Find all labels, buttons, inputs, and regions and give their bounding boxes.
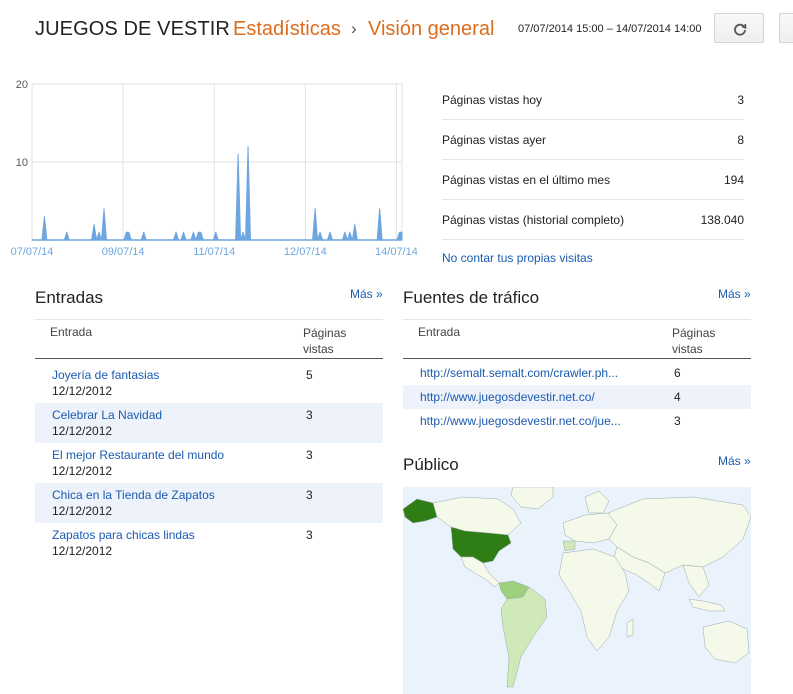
post-link[interactable]: Celebrar La Navidad <box>52 408 162 422</box>
stat-value: 8 <box>737 133 744 147</box>
audience-world-map[interactable] <box>403 487 751 694</box>
stat-label: Páginas vistas ayer <box>442 133 547 147</box>
column-header-views-line1: Páginas <box>672 326 716 340</box>
x-tick-label: 09/07/14 <box>102 246 145 258</box>
stat-label: Páginas vistas hoy <box>442 93 543 107</box>
traffic-more-link[interactable]: Más » <box>718 287 751 301</box>
post-link[interactable]: Joyería de fantasias <box>52 368 159 382</box>
header: JUEGOS DE VESTIR · Estadísticas › Visión… <box>0 0 793 60</box>
referrer-views: 4 <box>674 390 681 404</box>
x-tick-label: 07/07/14 <box>11 246 54 258</box>
referrer-views: 3 <box>674 414 681 428</box>
referrer-link[interactable]: http://www.juegosdevestir.net.co/ <box>420 390 642 404</box>
breadcrumb-chevron: › <box>351 19 357 38</box>
stat-row-all-time: Páginas vistas (historial completo) 138.… <box>442 200 744 240</box>
post-date: 12/12/2012 <box>52 504 113 518</box>
page-title: Visión general <box>368 18 495 40</box>
y-tick-label: 10 <box>16 157 28 169</box>
audience-more-link[interactable]: Más » <box>718 454 751 468</box>
x-tick-label: 14/07/14 <box>375 246 418 258</box>
post-views: 3 <box>306 488 313 502</box>
breadcrumb-blog-name[interactable]: JUEGOS DE VESTIR <box>35 18 230 41</box>
post-views: 3 <box>306 528 313 542</box>
column-header-views-line1: Páginas <box>303 326 347 340</box>
referrer-link[interactable]: http://www.juegosdevestir.net.co/jue... <box>420 414 642 428</box>
breadcrumb-separator: · <box>216 20 222 37</box>
table-row: http://semalt.semalt.com/crawler.ph... 6 <box>403 361 751 385</box>
table-row: Chica en la Tienda de Zapatos 12/12/2012… <box>35 483 383 523</box>
table-row: Celebrar La Navidad 12/12/2012 3 <box>35 403 383 443</box>
dont-track-own-views-link[interactable]: No contar tus propias visitas <box>442 251 593 265</box>
refresh-icon <box>734 23 747 36</box>
date-range: 07/07/2014 15:00 – 14/07/2014 14:00 <box>518 23 702 35</box>
stat-row-today: Páginas vistas hoy 3 <box>442 80 744 120</box>
entries-table: Entrada Páginas vistas Joyería de fantas… <box>35 319 383 563</box>
post-views: 3 <box>306 448 313 462</box>
refresh-button[interactable] <box>714 13 764 43</box>
stat-value: 3 <box>737 93 744 107</box>
stat-label: Páginas vistas (historial completo) <box>442 213 625 227</box>
traffic-sources-table: Entrada Páginas vistas http://semalt.sem… <box>403 319 751 433</box>
stat-value: 194 <box>723 173 744 187</box>
pageviews-chart: 20 10 07/07/14 09/07/14 11/07/14 12/07/14 14/0… <box>0 62 425 267</box>
stat-label: Páginas vistas en el último mes <box>442 173 611 187</box>
referrer-views: 6 <box>674 366 681 380</box>
y-tick-label: 20 <box>16 79 28 91</box>
table-row: http://www.juegosdevestir.net.co/ 4 <box>403 385 751 409</box>
column-header-views-line2: vistas <box>672 342 703 356</box>
post-link[interactable]: Chica en la Tienda de Zapatos <box>52 488 215 502</box>
table-row: Zapatos para chicas lindas 12/12/2012 3 <box>35 523 383 563</box>
stat-row-yesterday: Páginas vistas ayer 8 <box>442 120 744 160</box>
column-header-views: Páginas vistas <box>672 325 732 357</box>
table-row: Joyería de fantasias 12/12/2012 5 <box>35 363 383 403</box>
entries-title: Entradas <box>35 288 104 307</box>
post-link[interactable]: El mejor Restaurante del mundo <box>52 448 224 462</box>
chart-svg: 20 10 07/07/14 09/07/14 11/07/14 12/07/14 14/0… <box>11 79 418 258</box>
post-date: 12/12/2012 <box>52 544 113 558</box>
post-views: 5 <box>306 368 313 382</box>
post-date: 12/12/2012 <box>52 384 113 398</box>
referrer-link[interactable]: http://semalt.semalt.com/crawler.ph... <box>420 366 642 380</box>
post-date: 12/12/2012 <box>52 464 113 478</box>
post-link[interactable]: Zapatos para chicas lindas <box>52 528 195 542</box>
breadcrumb-stats[interactable]: Estadísticas <box>233 18 341 41</box>
table-header: Entrada Páginas vistas <box>403 319 751 359</box>
table-row: El mejor Restaurante del mundo 12/12/201… <box>35 443 383 483</box>
table-header: Entrada Páginas vistas <box>35 319 383 359</box>
entries-more-link[interactable]: Más » <box>350 287 383 301</box>
audience-title: Público <box>403 455 459 474</box>
world-map-svg <box>403 487 751 688</box>
column-header-entry: Entrada <box>50 325 93 339</box>
stat-value: 138.040 <box>700 213 744 227</box>
traffic-sources-title: Fuentes de tráfico <box>403 288 540 307</box>
summary-stats: Páginas vistas hoy 3 Páginas vistas ayer… <box>442 80 744 240</box>
post-views: 3 <box>306 408 313 422</box>
stat-row-last-month: Páginas vistas en el último mes 194 <box>442 160 744 200</box>
column-header-views: Páginas vistas <box>303 325 363 357</box>
column-header-entry: Entrada <box>418 325 461 339</box>
x-tick-label: 12/07/14 <box>284 246 327 258</box>
options-button[interactable] <box>779 13 793 43</box>
table-row: http://www.juegosdevestir.net.co/jue... … <box>403 409 751 433</box>
x-tick-label: 11/07/14 <box>193 246 235 258</box>
post-date: 12/12/2012 <box>52 424 113 438</box>
column-header-views-line2: vistas <box>303 342 334 356</box>
